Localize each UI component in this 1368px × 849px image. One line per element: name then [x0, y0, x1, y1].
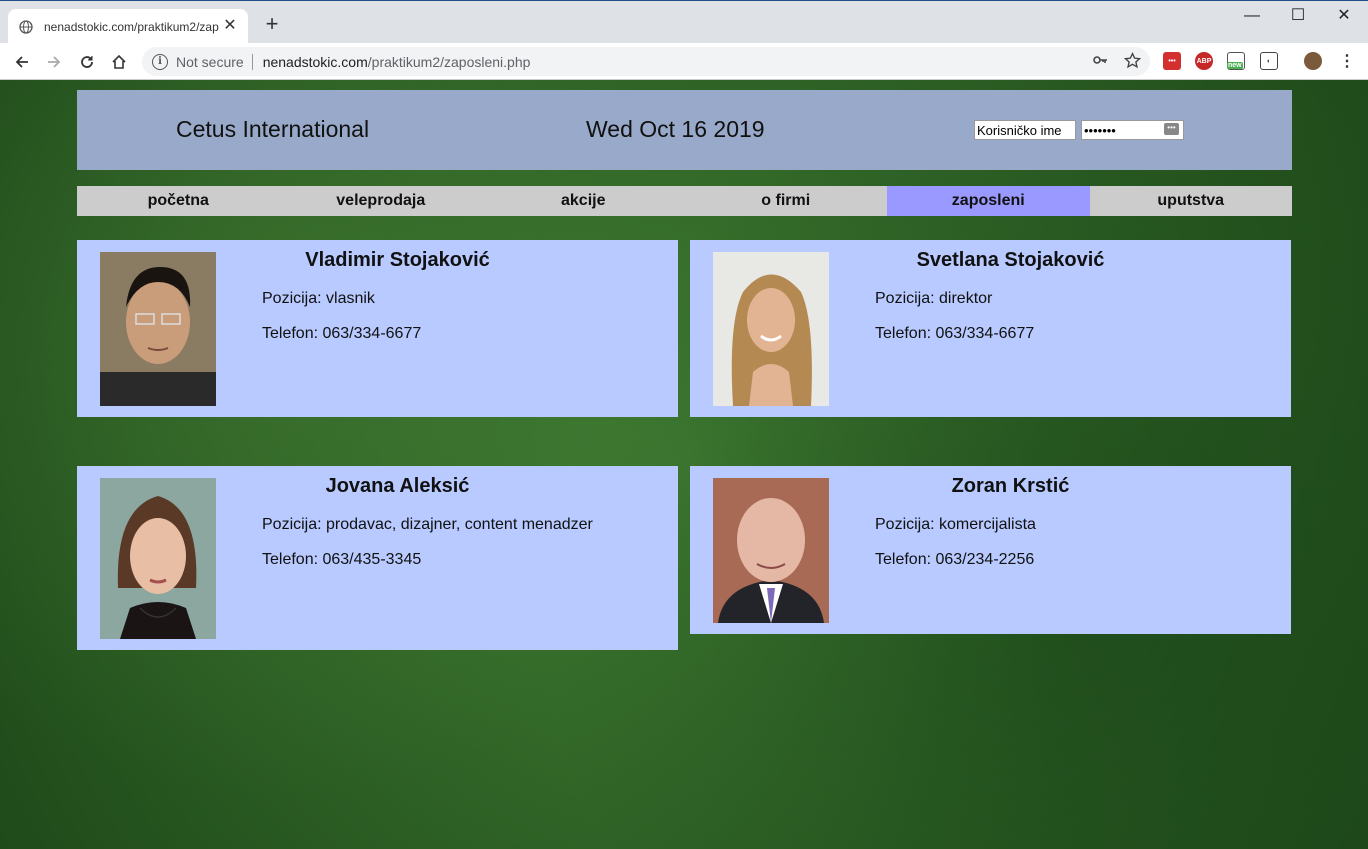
employee-card: Vladimir Stojaković Pozicija: vlasnik Te… — [77, 240, 678, 417]
new-badge: new — [1227, 62, 1243, 69]
adblock-icon[interactable]: ABP — [1195, 52, 1213, 70]
employee-name: Svetlana Stojaković — [916, 249, 1105, 271]
url-path: /praktikum2/zaposleni.php — [367, 53, 531, 70]
forward-button[interactable] — [41, 49, 67, 75]
employee-name: Zoran Krstić — [951, 475, 1070, 497]
menu-item-uputstva[interactable]: uputstva — [1090, 186, 1293, 216]
employee-photo — [713, 478, 829, 623]
site-header: Cetus International Wed Oct 16 2019 ••• — [77, 90, 1292, 170]
employee-position: Pozicija: vlasnik — [262, 290, 375, 307]
employee-position: Pozicija: direktor — [875, 290, 993, 307]
back-arrow-icon — [15, 56, 28, 68]
screenshot-icon[interactable]: new — [1227, 52, 1245, 70]
menu-item-veleprodaja[interactable]: veleprodaja — [280, 186, 483, 216]
menu-item-o-firmi[interactable]: o firmi — [685, 186, 888, 216]
employee-card: Jovana Aleksić Pozicija: prodavac, dizaj… — [77, 466, 678, 650]
tab-title: nenadstokic.com/praktikum2/zap — [44, 19, 219, 34]
employee-photo — [100, 252, 216, 406]
employee-photo — [713, 252, 829, 406]
employee-photo — [100, 478, 216, 639]
site-name: Cetus International — [176, 116, 370, 142]
profile-avatar[interactable] — [1304, 52, 1322, 70]
divider — [251, 53, 253, 70]
address-bar[interactable]: i Not secure nenadstokic.com/praktikum2/… — [142, 47, 1150, 76]
close-tab-icon[interactable]: ✕ — [222, 18, 238, 34]
minimize-button[interactable]: — — [1229, 5, 1275, 29]
current-date: Wed Oct 16 2019 — [586, 116, 765, 142]
browser-tab-bar: nenadstokic.com/praktikum2/zap ✕ + — ☐ ✕ — [0, 0, 1368, 44]
employee-name: Vladimir Stojaković — [305, 249, 490, 271]
menu-item-akcije[interactable]: akcije — [482, 186, 685, 216]
employee-phone: Telefon: 063/435-3345 — [262, 551, 422, 568]
privacy-icon[interactable]: ◐ — [1260, 52, 1278, 70]
browser-toolbar: i Not secure nenadstokic.com/praktikum2/… — [0, 43, 1368, 80]
key-icon[interactable] — [1090, 50, 1110, 70]
employee-card: Svetlana Stojaković Pozicija: direktor T… — [690, 240, 1291, 417]
employee-phone: Telefon: 063/334-6677 — [875, 325, 1035, 342]
employee-phone: Telefon: 063/234-2256 — [875, 551, 1035, 568]
main-menu: početna veleprodaja akcije o firmi zapos… — [77, 186, 1292, 216]
page-background: Cetus International Wed Oct 16 2019 ••• … — [0, 80, 1368, 849]
info-icon[interactable]: i — [152, 53, 168, 70]
new-tab-button[interactable]: + — [260, 13, 284, 37]
maximize-button[interactable]: ☐ — [1275, 5, 1321, 29]
password-manager-icon[interactable]: ••• — [1164, 123, 1179, 135]
browser-tab[interactable]: nenadstokic.com/praktikum2/zap ✕ — [8, 9, 248, 44]
back-button[interactable] — [9, 49, 35, 75]
home-button[interactable] — [106, 49, 132, 75]
menu-item-zaposleni[interactable]: zaposleni — [887, 186, 1090, 216]
menu-item-pocetna[interactable]: početna — [77, 186, 280, 216]
username-input[interactable] — [974, 120, 1076, 140]
close-window-button[interactable]: ✕ — [1321, 5, 1367, 29]
employee-position: Pozicija: prodavac, dizajner, content me… — [262, 516, 593, 533]
url-host: nenadstokic.com — [262, 53, 368, 70]
star-icon[interactable] — [1122, 50, 1142, 70]
reload-button[interactable] — [74, 49, 100, 75]
employee-name: Jovana Aleksić — [325, 475, 470, 497]
lastpass-icon[interactable]: ••• — [1163, 52, 1181, 70]
menu-kebab-icon[interactable]: ⋮ — [1338, 52, 1356, 70]
home-icon — [112, 54, 126, 69]
employee-card: Zoran Krstić Pozicija: komercijalista Te… — [690, 466, 1291, 634]
globe-icon — [18, 19, 34, 35]
reload-icon — [81, 56, 93, 68]
security-label[interactable]: Not secure — [176, 54, 244, 70]
employee-phone: Telefon: 063/334-6677 — [262, 325, 422, 342]
employee-position: Pozicija: komercijalista — [875, 516, 1036, 533]
forward-arrow-icon — [48, 56, 61, 68]
